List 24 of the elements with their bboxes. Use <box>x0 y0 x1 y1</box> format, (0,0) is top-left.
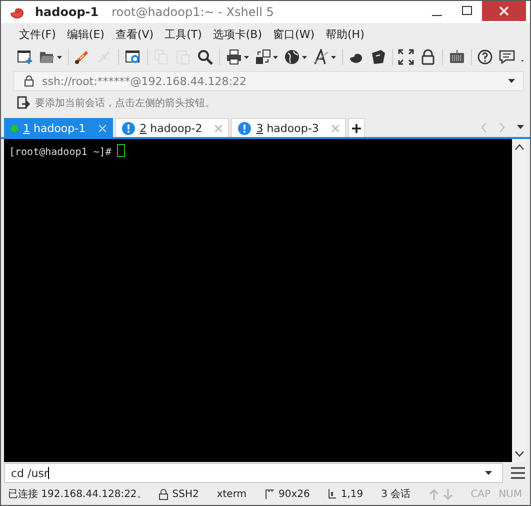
menu-item[interactable]: 选项卡(B) <box>212 27 262 42</box>
terminal-prompt: [root@hadoop1 ~]# <box>9 147 112 158</box>
menu-item[interactable]: 编辑(E) <box>66 27 104 42</box>
menu-item[interactable]: 窗口(W) <box>273 27 314 42</box>
key-indicator: NUM <box>498 488 522 500</box>
menu-item[interactable]: 文件(F) <box>19 27 56 42</box>
menu-item[interactable]: 帮助(H) <box>326 27 364 42</box>
session-tab[interactable]: 2 hadoop-2 <box>114 118 230 137</box>
session-title: hadoop-1 <box>35 5 99 19</box>
protocol-text: SSH2 <box>172 488 199 500</box>
cursor-position-text: 1,19 <box>340 488 364 500</box>
session-count-text: 3 会话 <box>381 488 411 501</box>
command-input-field[interactable]: cd /usr <box>4 463 503 483</box>
hint-text: 要添加当前会话，点击左侧的箭头按钮。 <box>35 96 215 110</box>
address-field[interactable]: ssh://root:******@192.168.44.128:22 <box>13 71 524 91</box>
terminal-size-text: 90x26 <box>278 488 310 500</box>
session-tab[interactable]: 3 hadoop-3 <box>231 118 346 137</box>
connection-status: 已连接 192.168.44.128:22。 <box>8 488 147 501</box>
session-tab[interactable]: 1 hadoop-1 <box>4 118 113 137</box>
menu-item[interactable]: 查看(V) <box>115 27 154 42</box>
key-indicator: CAP <box>470 488 491 500</box>
terminal-type-text: xterm <box>216 488 247 500</box>
menu-item[interactable]: 工具(T) <box>164 27 202 42</box>
window-title: root@hadoop1:~ - Xshell 5 <box>112 5 274 19</box>
